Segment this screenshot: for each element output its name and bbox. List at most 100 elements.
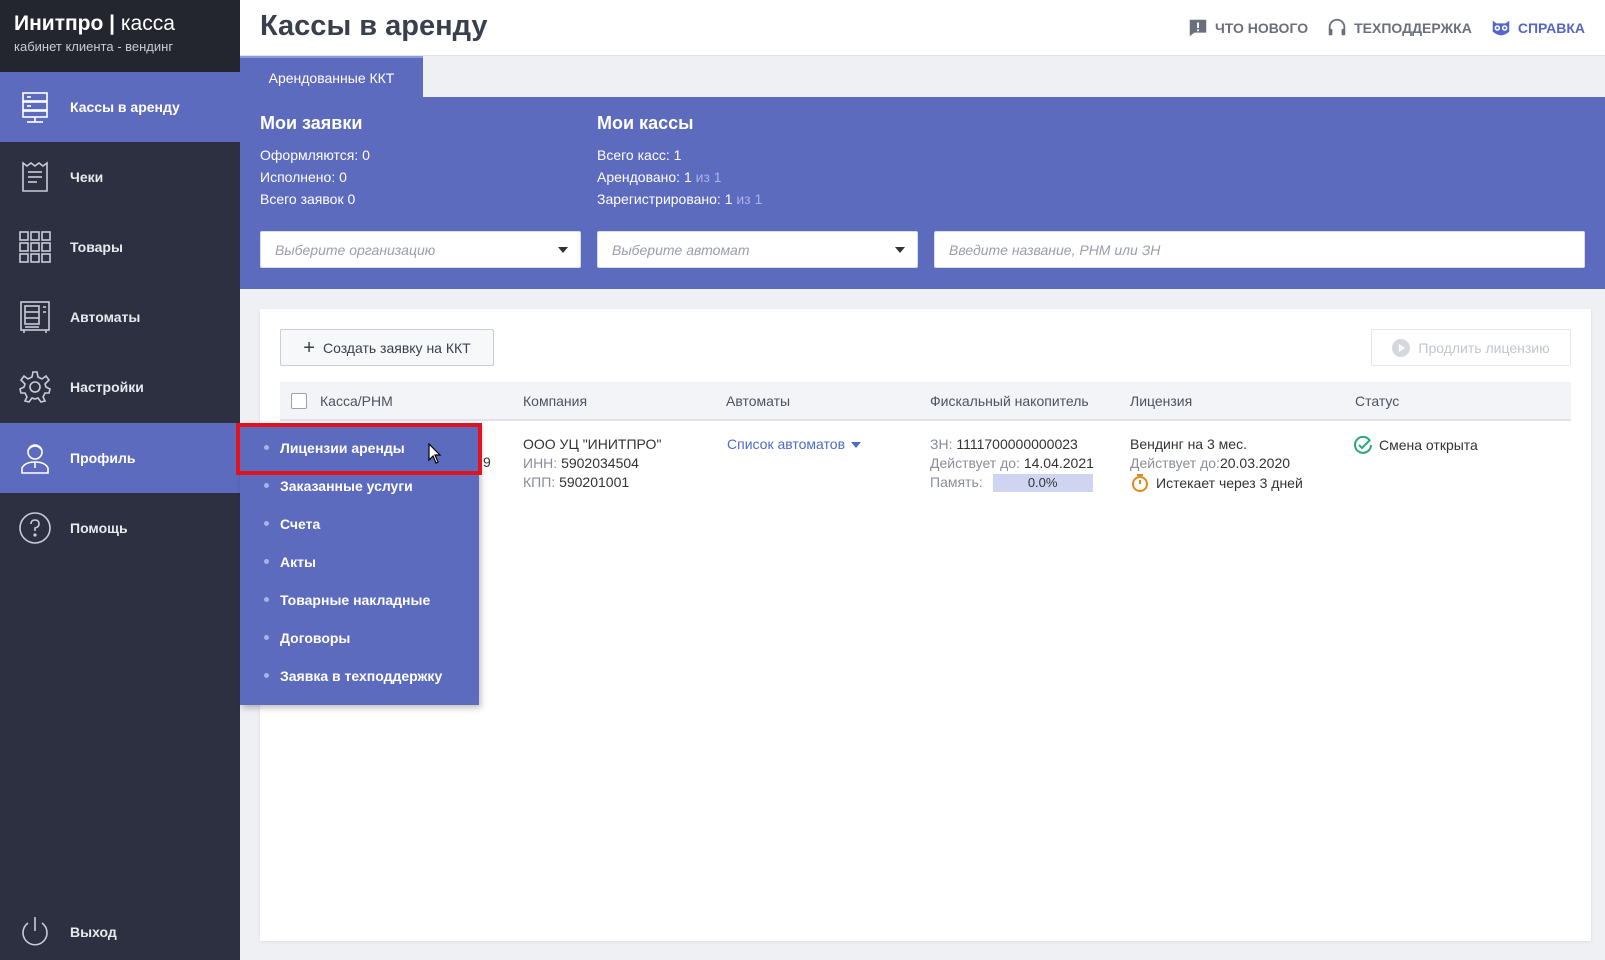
extend-license-label: Продлить лицензию (1418, 339, 1550, 356)
message-alert-icon (1189, 19, 1207, 37)
column-header-company[interactable]: Компания (523, 393, 587, 409)
fn-memory: Память: 0.0% (930, 473, 1094, 493)
machines-list-label: Список автоматов (727, 436, 846, 452)
submenu-item-waybills[interactable]: Товарные накладные (240, 580, 479, 619)
server-icon (16, 88, 54, 126)
stat-line: Зарегистрировано: 1 из 1 (597, 188, 762, 210)
stat-line: Исполнено: 0 (260, 166, 370, 188)
select-all-checkbox[interactable] (291, 393, 307, 409)
brand-subtitle: кабинет клиента - вендинг (14, 39, 174, 54)
check-circle-icon (1354, 435, 1372, 454)
organization-select[interactable]: Выберите организацию (260, 231, 581, 268)
stat-line: Всего касс: 1 (597, 144, 762, 166)
column-header-machines[interactable]: Автоматы (726, 393, 790, 409)
receipt-icon (16, 158, 54, 196)
table-header: Касса/РНМ Компания Автоматы Фискальный н… (280, 382, 1571, 421)
top-links: ЧТО НОВОГО ТЕХПОДДЕРЖКА СПРАВКА (1187, 17, 1585, 39)
column-header-kassa[interactable]: Касса/РНМ (320, 393, 393, 409)
column-header-fn[interactable]: Фискальный накопитель (930, 393, 1089, 409)
submenu-item-ordered-services[interactable]: Заказанные услуги (240, 466, 479, 505)
stat-label: Оформляются: (260, 147, 359, 163)
column-header-status[interactable]: Статус (1355, 393, 1399, 409)
stat-line: Оформляются: 0 (260, 144, 370, 166)
brand: Инитпро | касса кабинет клиента - вендин… (0, 0, 240, 72)
search-input[interactable]: Введите название, РНМ или ЗН (934, 231, 1585, 268)
vending-machine-icon (16, 298, 54, 336)
stat-suffix: из 1 (736, 191, 763, 207)
my-requests-title: Мои заявки (260, 113, 363, 133)
logout-button[interactable]: Выход (0, 897, 240, 960)
inn-value: 5902034504 (561, 455, 639, 471)
stat-label: Всего заявок (260, 191, 344, 207)
stat-value: 1 (673, 147, 682, 163)
license-valid-value: 20.03.2020 (1219, 455, 1291, 471)
help-icon (16, 509, 54, 547)
status-badge: Смена открыта (1353, 435, 1478, 455)
stat-value: 0 (339, 169, 347, 185)
help-reference-link[interactable]: СПРАВКА (1490, 17, 1585, 39)
fn-valid-label: Действует до: (930, 455, 1020, 471)
sidebar-item-label: Чеки (70, 169, 104, 185)
submenu-item-support-request[interactable]: Заявка в техподдержку (240, 656, 479, 695)
user-icon (16, 439, 54, 477)
company-cell: ООО УЦ "ИНИТПРО" ИНН: 5902034504 КПП: 59… (523, 435, 661, 492)
headset-icon (1328, 18, 1346, 36)
summary-banner: Мои заявки Оформляются: 0 Исполнено: 0 В… (240, 97, 1605, 289)
stat-label: Арендовано: (597, 169, 681, 185)
whats-new-link[interactable]: ЧТО НОВОГО (1187, 17, 1308, 39)
stat-value: 0 (362, 147, 370, 163)
stat-value: 1 (683, 169, 692, 185)
chevron-down-icon (558, 247, 568, 253)
brand-title: Инитпро | касса (14, 12, 226, 36)
fn-valid: Действует до: 14.04.2021 (930, 454, 1094, 473)
sidebar-item-cheki[interactable]: Чеки (0, 142, 240, 212)
submenu-item-acts[interactable]: Акты (240, 542, 479, 581)
stat-value: 0 (347, 191, 356, 207)
sidebar-item-label: Автоматы (70, 309, 141, 325)
owl-icon (1492, 20, 1510, 36)
kpp-value: 590201001 (559, 474, 630, 490)
support-link[interactable]: ТЕХПОДДЕРЖКА (1326, 17, 1472, 39)
license-expiry-label: Истекает через 3 дней (1156, 474, 1303, 491)
my-kassas-title: Мои кассы (597, 113, 694, 133)
grid-icon (16, 228, 54, 266)
machine-select[interactable]: Выберите автомат (597, 231, 918, 268)
license-cell: Вендинг на 3 мес. Действует до:20.03.202… (1130, 435, 1303, 493)
memory-label: Память: (930, 474, 983, 490)
column-header-license[interactable]: Лицензия (1130, 393, 1192, 409)
fn-value: 1111700000000023 (956, 436, 1078, 452)
sidebar-item-help[interactable]: Помощь (0, 493, 240, 563)
profile-submenu: Лицензии аренды Заказанные услуги Счета … (240, 423, 479, 705)
my-kassas: Мои кассы Всего касс: 1 Арендовано: 1 из… (597, 113, 762, 210)
fn-number: ЗН: 1111700000000023 (930, 435, 1094, 454)
submenu-item-invoices[interactable]: Счета (240, 504, 479, 543)
machines-list-link[interactable]: Список автоматов (727, 435, 862, 454)
mouse-cursor-icon (428, 443, 442, 464)
submenu-item-contracts[interactable]: Договоры (240, 618, 479, 657)
stat-label: Всего касс: (597, 147, 670, 163)
sidebar-item-tovary[interactable]: Товары (0, 212, 240, 282)
sidebar-item-label: Товары (70, 239, 123, 255)
sidebar-item-profile[interactable]: Профиль (0, 423, 240, 493)
extend-license-button[interactable]: Продлить лицензию (1371, 329, 1571, 366)
submenu-item-rental-licenses[interactable]: Лицензии аренды (240, 428, 479, 467)
stat-label: Зарегистрировано: (597, 191, 721, 207)
whats-new-label: ЧТО НОВОГО (1214, 20, 1309, 36)
sidebar-item-nastroyki[interactable]: Настройки (0, 352, 240, 422)
create-request-button[interactable]: + Создать заявку на ККТ (280, 329, 494, 366)
rnm-partial: 9 (483, 454, 491, 470)
sidebar-item-label: Настройки (70, 379, 144, 395)
license-valid-label: Действует до: (1130, 455, 1220, 471)
create-request-label: Создать заявку на ККТ (322, 339, 471, 356)
plus-icon: + (303, 336, 315, 359)
license-expiry: Истекает через 3 дней (1130, 473, 1303, 493)
sidebar-item-label: Профиль (70, 450, 136, 466)
sidebar-item-avtomaty[interactable]: Автоматы (0, 282, 240, 352)
sidebar-item-label: Помощь (70, 520, 128, 536)
page-title: Кассы в аренду (260, 10, 488, 42)
sidebar-item-kassy[interactable]: Кассы в аренду (0, 72, 240, 142)
logout-label: Выход (70, 924, 117, 940)
inn-label: ИНН: (523, 455, 558, 471)
tab-rented-kkt[interactable]: Арендованные ККТ (240, 56, 423, 97)
organization-select-placeholder: Выберите организацию (275, 241, 436, 258)
